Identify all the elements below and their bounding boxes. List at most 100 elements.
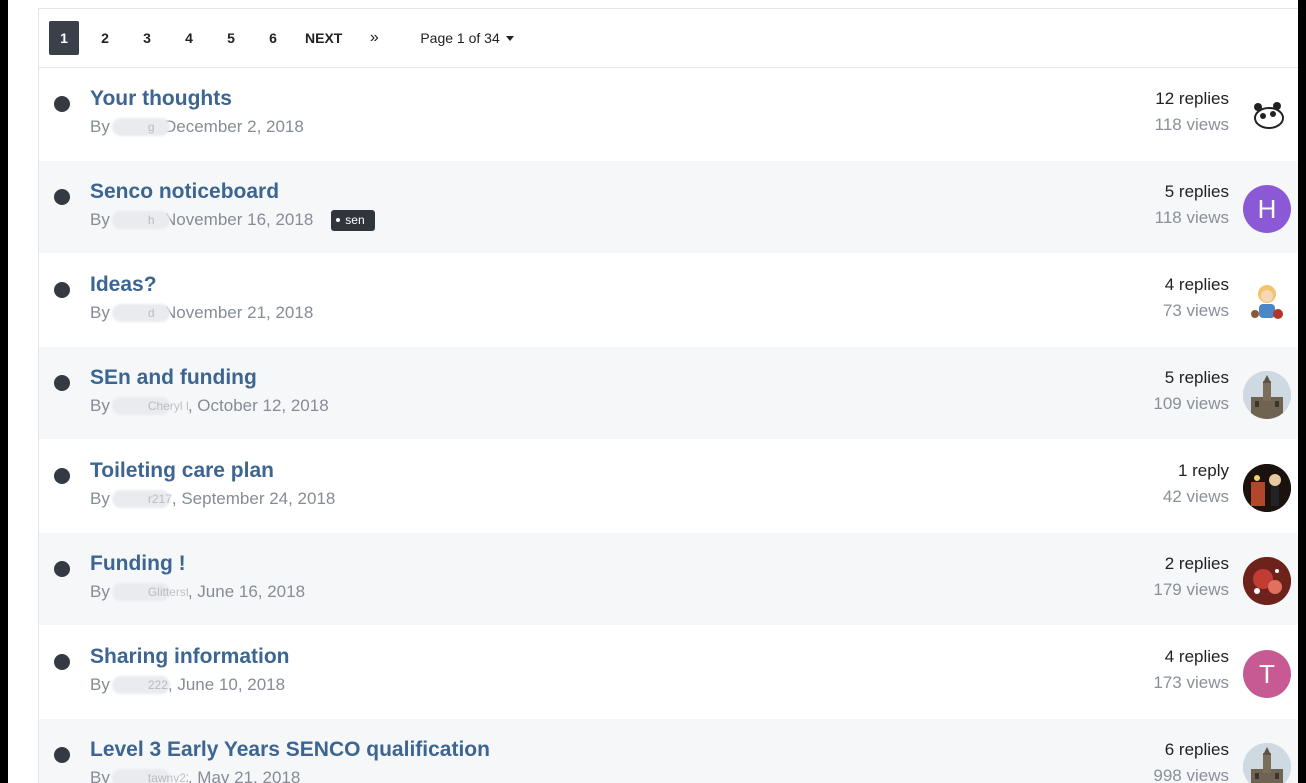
page-4-button[interactable]: 4	[173, 21, 205, 55]
reply-count: 5 replies	[1164, 368, 1229, 387]
view-count: 179 views	[1153, 580, 1229, 599]
page-6-button[interactable]: 6	[257, 21, 289, 55]
user-avatar[interactable]: T	[1243, 650, 1291, 698]
author-name-link[interactable]: d	[148, 302, 155, 324]
page-2-button[interactable]: 2	[89, 21, 121, 55]
topic-info: Ideas? By d, November 21, 2018	[90, 272, 313, 324]
topic-stats: 4 replies 173 views	[1153, 644, 1229, 696]
unread-dot-icon	[54, 654, 70, 670]
author-prefix: By	[90, 768, 110, 783]
reply-count: 2 replies	[1164, 554, 1229, 573]
redacted-author-name	[111, 211, 170, 229]
topic-row[interactable]: Sharing information By 222, June 10, 2018 4…	[39, 626, 1298, 719]
topic-date: , May 21, 2018	[187, 768, 301, 783]
author-name-link[interactable]: g	[148, 116, 155, 138]
author-name-link[interactable]: h	[148, 209, 155, 231]
topic-title-link[interactable]: Your thoughts	[90, 86, 304, 112]
author-name-link[interactable]: 222	[148, 674, 168, 696]
topic-info: Toileting care plan By r217, September 24,…	[90, 458, 335, 510]
topic-date: , June 10, 2018	[167, 675, 286, 694]
last-page-button[interactable]: »	[358, 21, 390, 55]
view-count: 73 views	[1162, 301, 1229, 320]
topic-meta: By 222, June 10, 2018	[90, 674, 290, 696]
topic-meta: By Glitterstar, June 16, 2018	[90, 581, 305, 603]
unread-dot-icon	[54, 282, 70, 298]
red-photo-avatar[interactable]	[1243, 557, 1291, 605]
topic-info: Funding ! By Glitterstar, June 16, 2018	[90, 551, 305, 603]
view-count: 42 views	[1162, 487, 1229, 506]
topic-row[interactable]: Level 3 Early Years SENCO qualification B…	[39, 719, 1298, 783]
topic-row[interactable]: Your thoughts By g, December 2, 2018 12 rep…	[39, 68, 1298, 161]
author-name-link[interactable]: Glitterstar	[148, 581, 188, 603]
page-5-button[interactable]: 5	[215, 21, 247, 55]
topic-row[interactable]: Senco noticeboard By h, November 16, 2018 s…	[39, 161, 1298, 254]
page-frame: 1 2 3 4 5 6 NEXT » Page 1 of 34 Your tho…	[8, 0, 1298, 783]
topic-title-link[interactable]: Ideas?	[90, 272, 313, 298]
topic-meta: By tawny222, May 21, 2018	[90, 767, 490, 783]
view-count: 118 views	[1154, 115, 1229, 134]
unread-dot-icon	[54, 375, 70, 391]
topic-date: , September 24, 2018	[171, 489, 336, 508]
topic-stats: 1 reply 42 views	[1163, 458, 1229, 510]
reply-count: 4 replies	[1164, 275, 1229, 294]
topic-info: Sharing information By 222, June 10, 2018	[90, 644, 290, 696]
reply-count: 4 replies	[1164, 647, 1229, 666]
topic-title-link[interactable]: Funding !	[90, 551, 305, 577]
topic-stats: 6 replies 998 views	[1153, 737, 1229, 783]
reply-count: 1 reply	[1177, 461, 1229, 480]
topic-meta: By h, November 16, 2018 sen	[90, 209, 375, 231]
view-count: 173 views	[1153, 673, 1229, 692]
page-1-button[interactable]: 1	[49, 21, 79, 55]
topic-date: , October 12, 2018	[187, 396, 329, 415]
reply-count: 6 replies	[1164, 740, 1229, 759]
author-prefix: By	[90, 117, 110, 136]
topic-info: Level 3 Early Years SENCO qualification B…	[90, 737, 490, 783]
topic-row[interactable]: Funding ! By Glitterstar, June 16, 2018 2 r…	[39, 533, 1298, 626]
author-name-link[interactable]: Cheryl Herrick	[148, 395, 188, 417]
topic-row[interactable]: Ideas? By d, November 21, 2018 4 replies 73 …	[39, 254, 1298, 347]
caret-down-icon	[505, 35, 514, 41]
page-info-label: Page 1 of 34	[420, 30, 500, 46]
topic-rows: Your thoughts By g, December 2, 2018 12 rep…	[39, 68, 1298, 783]
user-avatar[interactable]: H	[1243, 185, 1291, 233]
view-count: 109 views	[1153, 394, 1229, 413]
author-prefix: By	[90, 489, 110, 508]
author-name-link[interactable]: r217	[148, 488, 172, 510]
topic-title-link[interactable]: Senco noticeboard	[90, 179, 375, 205]
topic-stats: 12 replies 118 views	[1155, 86, 1229, 138]
building-avatar[interactable]	[1243, 743, 1291, 783]
topic-title-link[interactable]: Level 3 Early Years SENCO qualification	[90, 737, 490, 763]
view-count: 998 views	[1153, 766, 1229, 783]
topic-title-link[interactable]: Toileting care plan	[90, 458, 335, 484]
page-jump-dropdown[interactable]: Page 1 of 34	[420, 30, 514, 46]
topic-row[interactable]: SEn and funding By Cheryl Herrick, October…	[39, 347, 1298, 440]
cartoon-girl-avatar[interactable]	[1243, 278, 1291, 326]
topic-tag[interactable]: sen	[331, 209, 375, 231]
author-name-link[interactable]: tawny222	[148, 767, 188, 783]
redacted-author-name	[111, 304, 170, 322]
topic-title-link[interactable]: SEn and funding	[90, 365, 329, 391]
topic-info: SEn and funding By Cheryl Herrick, October…	[90, 365, 329, 417]
topic-info: Your thoughts By g, December 2, 2018	[90, 86, 304, 138]
topic-date: , December 2, 2018	[154, 117, 304, 136]
building-avatar[interactable]	[1243, 371, 1291, 419]
topic-info: Senco noticeboard By h, November 16, 2018 s…	[90, 179, 375, 231]
topic-stats: 5 replies 118 views	[1155, 179, 1229, 231]
topic-row[interactable]: Toileting care plan By r217, September 24,…	[39, 440, 1298, 533]
unread-dot-icon	[54, 96, 70, 112]
topic-date: , June 16, 2018	[187, 582, 306, 601]
topic-list-panel: 1 2 3 4 5 6 NEXT » Page 1 of 34 Your tho…	[38, 8, 1298, 783]
topic-meta: By d, November 21, 2018	[90, 302, 313, 324]
topic-title-link[interactable]: Sharing information	[90, 644, 290, 670]
reply-count: 12 replies	[1155, 89, 1229, 108]
dark-photo-avatar[interactable]	[1243, 464, 1291, 512]
topic-meta: By g, December 2, 2018	[90, 116, 304, 138]
unread-dot-icon	[54, 189, 70, 205]
avatar-letter: T	[1259, 658, 1275, 689]
next-page-button[interactable]: NEXT	[299, 21, 348, 55]
page-3-button[interactable]: 3	[131, 21, 163, 55]
panda-avatar[interactable]	[1243, 92, 1291, 140]
topic-date: , November 21, 2018	[154, 303, 314, 322]
avatar-letter: H	[1257, 193, 1277, 224]
redacted-author-name	[111, 118, 170, 136]
